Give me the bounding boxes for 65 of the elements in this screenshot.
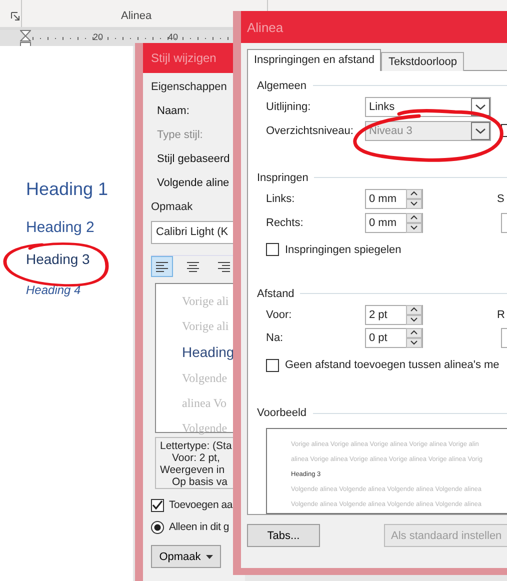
tab[interactable]: Inspringingen en afstand (247, 49, 382, 71)
field-label: Volgende aline (157, 176, 230, 191)
field-label: Voor: (266, 308, 293, 320)
heading-text: Heading 1 (26, 179, 110, 201)
section-heading: Inspringen (257, 172, 308, 184)
dialog-button[interactable]: Tabs... (247, 524, 320, 547)
preview-text: Volgende (182, 421, 228, 437)
description-text: Voor: 2 pt, (171, 452, 221, 464)
field-label: S (497, 192, 504, 205)
spin-box[interactable]: 0 mm (365, 188, 423, 209)
preview-text: Vorige ali (182, 319, 230, 335)
description-text: Weergeven in (160, 464, 226, 476)
description-text: Lettertype: (Sta (160, 440, 233, 452)
checkbox-label: Inspringingen spiegelen (285, 244, 402, 256)
chevron-down-icon (471, 98, 490, 116)
chevron-down-icon (471, 122, 490, 140)
caret-icon (206, 554, 213, 558)
checkbox-label: Toevoegen aa (169, 499, 233, 511)
format-button[interactable]: Opmaak (151, 545, 221, 568)
radio-label: Alleen in dit g (169, 521, 230, 533)
align-button[interactable] (151, 256, 173, 277)
spin-box[interactable]: 0 pt (365, 328, 423, 348)
section-heading: Eigenschappen (151, 80, 227, 95)
section-heading: Afstand (257, 288, 294, 300)
spin-box[interactable]: 2 pt (365, 304, 423, 324)
radio-button[interactable] (151, 520, 164, 534)
checkbox[interactable] (266, 358, 279, 372)
field-label: Links: (266, 192, 296, 205)
field-label: R (497, 308, 505, 320)
preview-text: Heading (182, 344, 236, 362)
dialog-launcher-icon[interactable] (11, 12, 20, 21)
align-right-icon (218, 262, 230, 272)
checkbox-label: Geen afstand toevoegen tussen alinea's me (285, 359, 500, 372)
spin-arrows-icon (406, 212, 422, 233)
align-center-icon (187, 262, 199, 272)
checkbox[interactable] (266, 243, 279, 256)
section-heading: Voorbeeld (257, 407, 307, 420)
ribbon-group-label: Alinea (121, 10, 152, 22)
spin-arrows-icon (406, 188, 422, 209)
heading-text: Heading 3 (26, 251, 91, 269)
preview-text: Volgende (182, 371, 228, 387)
spin-arrows-icon (406, 304, 422, 324)
checkmark-icon (152, 500, 163, 510)
ruler-number: 40 (168, 32, 178, 43)
heading-text: Heading 4 (26, 283, 82, 299)
tab[interactable]: Tekstdoorloop (381, 52, 464, 71)
description-text: Op basis va (171, 476, 228, 488)
field-label: Stijl gebaseerd (157, 152, 230, 167)
section-heading: Algemeen (257, 80, 307, 92)
dialog-title: Alinea (241, 11, 507, 43)
field-label: Rechts: (266, 216, 304, 229)
spin-arrows-icon (406, 328, 422, 348)
align-left-icon (156, 262, 168, 272)
field-label: Overzichtsniveau: (266, 124, 354, 137)
preview-text: Vorige ali (182, 294, 230, 310)
field-label: Type stijl: (157, 128, 203, 143)
spin-box[interactable]: 0 mm (365, 212, 423, 233)
field-label: Na: (266, 332, 284, 344)
checkbox[interactable] (151, 498, 164, 512)
section-heading: Opmaak (151, 200, 193, 215)
preview-text: alinea Vo (182, 396, 228, 412)
heading-text: Heading 2 (26, 219, 96, 238)
field-label: Naam: (157, 104, 190, 119)
ruler-number: 20 (93, 32, 104, 43)
field-label: Uitlijning: (266, 100, 312, 113)
